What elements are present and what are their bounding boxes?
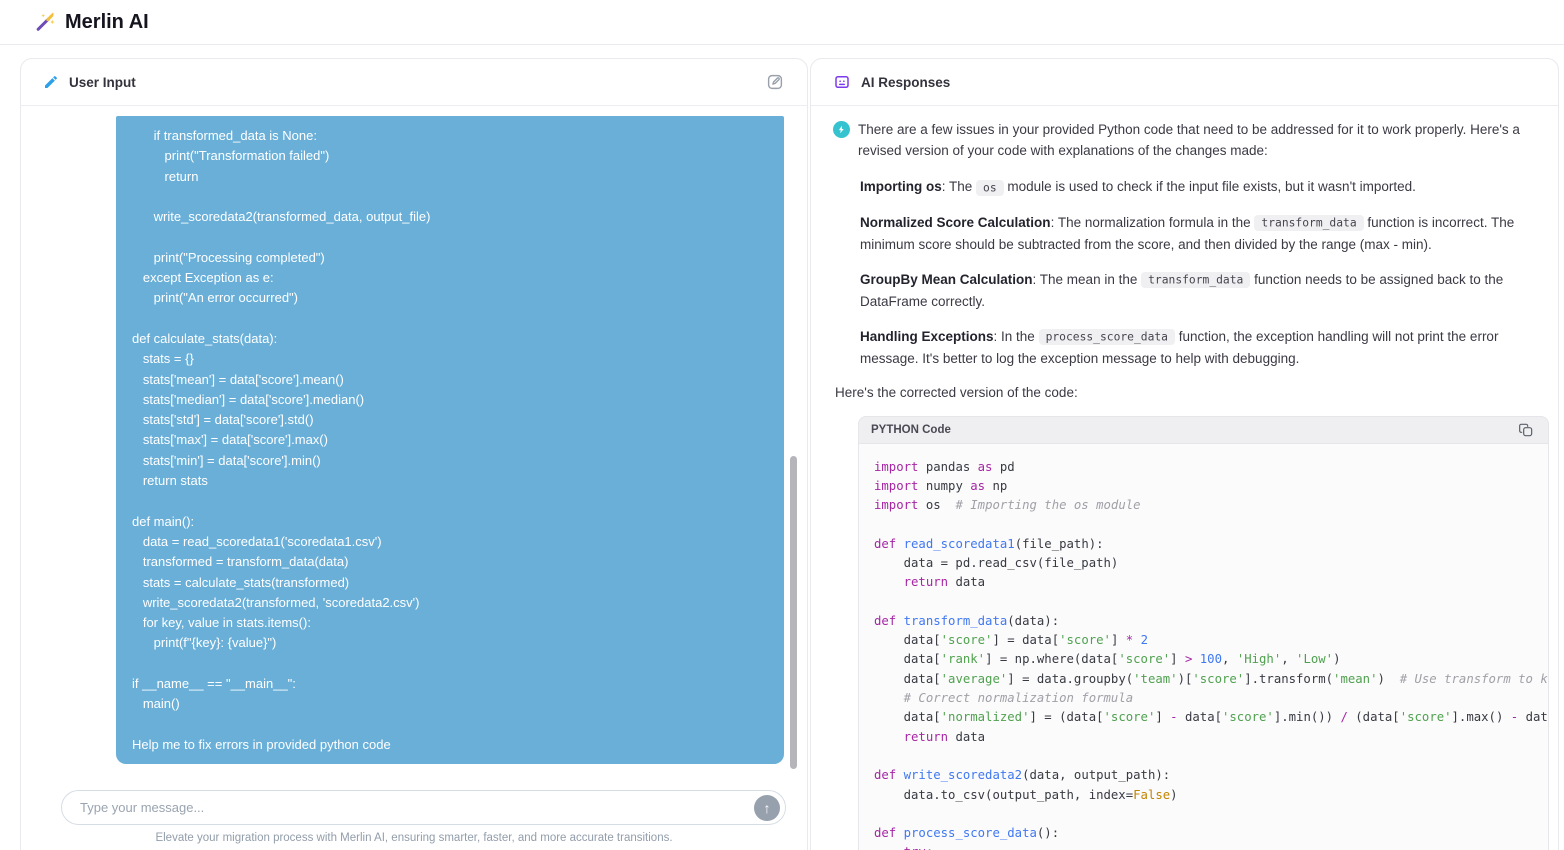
code-line xyxy=(874,593,1533,612)
panel-footer-note: Elevate your migration process with Merl… xyxy=(21,832,807,844)
response-point: GroupBy Mean Calculation: The mean in th… xyxy=(860,269,1520,313)
compose-icon[interactable] xyxy=(765,72,785,92)
code-line: data['rank'] = np.where(data['score'] > … xyxy=(874,650,1533,669)
user-input-panel-header: User Input xyxy=(21,59,807,106)
bot-icon xyxy=(833,73,851,91)
ai-responses-panel: AI Responses There are a few issues in y… xyxy=(810,58,1559,850)
app-header: Merlin AI xyxy=(0,0,1564,45)
code-line xyxy=(874,805,1533,824)
user-input-title: User Input xyxy=(69,75,136,90)
response-point: Importing os: The os module is used to c… xyxy=(860,176,1520,199)
code-line: return data xyxy=(874,728,1533,747)
lightning-icon xyxy=(833,121,850,138)
code-block-header: PYTHON Code xyxy=(858,416,1549,444)
code-language-label: PYTHON Code xyxy=(871,424,951,436)
code-line: data['score'] = data['score'] * 2 xyxy=(874,631,1533,650)
code-line: data['average'] = data.groupby('team')['… xyxy=(874,670,1533,689)
app-title: Merlin AI xyxy=(65,11,149,34)
message-input[interactable] xyxy=(68,800,754,815)
left-panel-scrollbar[interactable] xyxy=(790,456,797,769)
user-input-panel: User Input if transformed_data is None: … xyxy=(20,58,808,850)
ai-responses-panel-header: AI Responses xyxy=(811,59,1558,106)
code-line: import pandas as pd xyxy=(874,458,1533,477)
code-line: def transform_data(data): xyxy=(874,612,1533,631)
code-line: import os # Importing the os module xyxy=(874,496,1533,515)
up-arrow-icon: ↑ xyxy=(764,800,771,816)
copy-icon[interactable] xyxy=(1516,420,1536,440)
code-line: return data xyxy=(874,573,1533,592)
message-input-container: ↑ xyxy=(61,790,786,825)
code-line: def read_scoredata1(file_path): xyxy=(874,535,1533,554)
code-line: data['normalized'] = (data['score'] - da… xyxy=(874,708,1533,727)
code-line xyxy=(874,747,1533,766)
code-line: def process_score_data(): xyxy=(874,824,1533,843)
ai-response-content: There are a few issues in your provided … xyxy=(811,106,1558,850)
response-outro: Here's the corrected version of the code… xyxy=(835,385,1552,400)
pencil-icon xyxy=(43,74,59,90)
response-point: Handling Exceptions: In the process_scor… xyxy=(860,326,1520,370)
code-line: # Correct normalization formula xyxy=(874,689,1533,708)
code-line: data.to_csv(output_path, index=False) xyxy=(874,786,1533,805)
response-intro: There are a few issues in your provided … xyxy=(858,119,1530,161)
code-line xyxy=(874,515,1533,534)
code-line: try: xyxy=(874,843,1533,850)
response-point: Normalized Score Calculation: The normal… xyxy=(860,212,1520,256)
response-points: Importing os: The os module is used to c… xyxy=(860,176,1520,370)
python-code-block: PYTHON Code import pandas as pdimport nu… xyxy=(858,416,1549,850)
send-button[interactable]: ↑ xyxy=(754,795,780,821)
code-body: import pandas as pdimport numpy as npimp… xyxy=(858,444,1549,850)
ai-responses-title: AI Responses xyxy=(861,75,950,90)
user-message-bubble: if transformed_data is None: print("Tran… xyxy=(116,116,784,764)
code-line: data = pd.read_csv(file_path) xyxy=(874,554,1533,573)
magic-wand-icon xyxy=(34,11,56,33)
code-line: def write_scoredata2(data, output_path): xyxy=(874,766,1533,785)
code-line: import numpy as np xyxy=(874,477,1533,496)
